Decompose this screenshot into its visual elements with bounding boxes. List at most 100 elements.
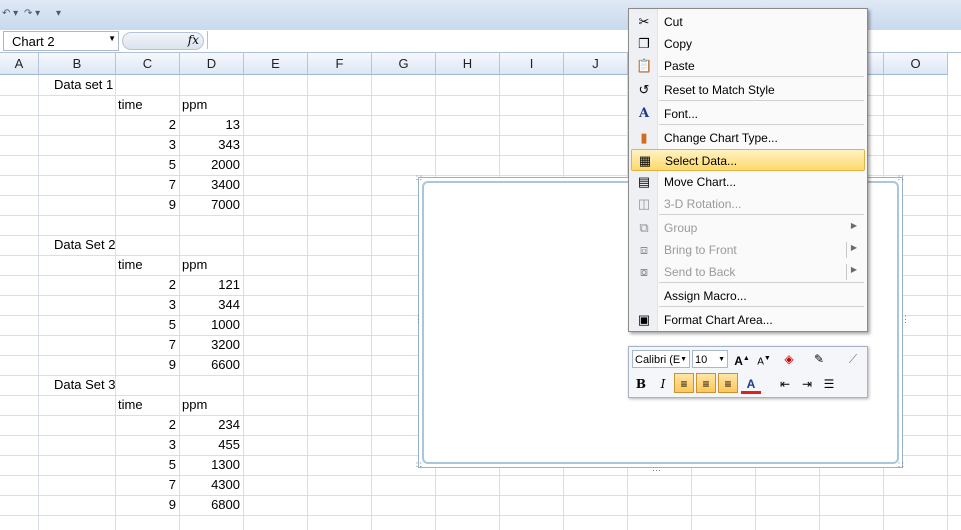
align-left-icon[interactable]: ≡ xyxy=(674,373,694,393)
menu-item-label: Copy xyxy=(664,37,693,51)
menu-item-paste[interactable]: 📋 Paste xyxy=(631,55,865,77)
menu-item-cut[interactable]: ✂ Cut xyxy=(631,11,865,33)
cell-ppm-value: 1000 xyxy=(211,317,240,332)
select-data-icon: ▦ xyxy=(638,153,652,168)
cell-time-value: 5 xyxy=(168,457,176,472)
resize-handle-br[interactable]: ∷ xyxy=(898,461,904,470)
cell-time-value: 7 xyxy=(168,177,176,192)
chevron-down-icon[interactable]: ▼ xyxy=(718,351,725,369)
name-box[interactable]: Chart 2 ▼ xyxy=(3,31,119,51)
menu-item-label: Reset to Match Style xyxy=(664,83,775,97)
italic-button[interactable]: I xyxy=(653,374,673,394)
column-header-b[interactable]: B xyxy=(39,53,116,75)
cell-time-value: 5 xyxy=(168,157,176,172)
chevron-down-icon[interactable]: ▼ xyxy=(108,34,116,43)
font-color-button[interactable]: A xyxy=(741,374,761,394)
column-header-e[interactable]: E xyxy=(244,53,308,75)
group-icon: ⧉ xyxy=(639,220,649,235)
column-header-g[interactable]: G xyxy=(372,53,436,75)
insert-function-icon[interactable]: fx xyxy=(188,33,199,47)
font-size-value: 10 xyxy=(695,354,708,366)
redo-icon[interactable]: ↷ ▾ xyxy=(24,8,40,19)
grid-hline xyxy=(0,515,961,516)
column-header-a[interactable]: A xyxy=(0,53,39,75)
resize-handle-bl[interactable]: ∷ xyxy=(416,461,422,470)
align-right-icon[interactable]: ≡ xyxy=(718,373,738,393)
menu-item-change-chart-type[interactable]: ▮ Change Chart Type... xyxy=(631,127,865,149)
cell-ppm-value: 13 xyxy=(225,117,240,132)
submenu-divider xyxy=(846,264,847,280)
grow-font-icon[interactable]: A▲ xyxy=(732,349,752,369)
resize-handle-bottom[interactable]: ⋯ xyxy=(652,466,661,475)
bring-front-icon: ⧈ xyxy=(639,242,649,257)
name-box-value: Chart 2 xyxy=(12,34,55,49)
customize-qat-icon[interactable]: ▾ xyxy=(56,8,61,19)
cell-ppm-value: 344 xyxy=(218,297,240,312)
cell-time-value: 9 xyxy=(168,497,176,512)
cell-time-value: 9 xyxy=(168,357,176,372)
cell-ppm-value: 1300 xyxy=(211,457,240,472)
scissors-icon: ✂ xyxy=(638,14,650,29)
rotation-icon: ◫ xyxy=(637,196,651,211)
menu-item-label: Assign Macro... xyxy=(664,289,747,303)
cell-time-value: 9 xyxy=(168,197,176,212)
font-size-select[interactable]: 10 ▼ xyxy=(692,350,728,368)
fill-color-icon[interactable]: ◈ xyxy=(779,349,799,369)
cell-time-value: 3 xyxy=(168,137,176,152)
resize-handle-tr[interactable]: ∷ xyxy=(898,174,904,183)
cell-ppm-value: 2000 xyxy=(211,157,240,172)
column-header-f[interactable]: F xyxy=(308,53,372,75)
resize-handle-right[interactable]: ⋮ xyxy=(901,315,910,324)
cell-time-value: 7 xyxy=(168,337,176,352)
bold-button[interactable]: B xyxy=(631,374,651,394)
menu-item-select-data[interactable]: ▦ Select Data... xyxy=(631,149,865,171)
shrink-font-icon[interactable]: A▼ xyxy=(754,349,774,369)
chevron-down-icon[interactable]: ▼ xyxy=(680,351,687,369)
column-header-h[interactable]: H xyxy=(436,53,500,75)
mini-toolbar: Calibri (E ▼ 10 ▼ A▲ A▼ ◈ ✎ ⟋ B I ≡ ≡ ≡ … xyxy=(628,346,868,398)
send-back-icon: ⧇ xyxy=(639,264,649,279)
column-header-j[interactable]: J xyxy=(564,53,628,75)
copy-icon: ❐ xyxy=(638,36,650,51)
cell-time-value: 3 xyxy=(168,437,176,452)
font-name-value: Calibri (E xyxy=(635,354,681,366)
data-set-title: Data Set 2 xyxy=(54,237,116,252)
chart-context-menu: ✂ Cut ❐ Copy 📋 Paste ↺ Reset to Match Style A Fon… xyxy=(628,8,868,332)
submenu-arrow-icon: ▶ xyxy=(850,265,857,274)
data-set-title: Data Set 3 xyxy=(54,377,116,392)
grid-vline xyxy=(243,75,244,530)
format-painter-icon[interactable]: ⟋ xyxy=(843,349,863,369)
menu-item-bring-to-front[interactable]: ⧈ Bring to Front ▶ xyxy=(631,239,865,261)
cell-time-value: 7 xyxy=(168,477,176,492)
grid-vline xyxy=(38,75,39,530)
menu-item-copy[interactable]: ❐ Copy xyxy=(631,33,865,55)
font-name-select[interactable]: Calibri (E ▼ xyxy=(632,350,690,368)
undo-icon[interactable]: ↶ ▾ xyxy=(2,8,18,19)
menu-item-reset-to-match-style[interactable]: ↺ Reset to Match Style xyxy=(631,79,865,101)
resize-handle-left[interactable]: ⋮ xyxy=(414,315,423,324)
menu-item-3-d-rotation[interactable]: ◫ 3-D Rotation... xyxy=(631,193,865,215)
column-header-d[interactable]: D xyxy=(180,53,244,75)
menu-item-move-chart[interactable]: ▤ Move Chart... xyxy=(631,171,865,193)
decrease-indent-icon[interactable]: ⇤ xyxy=(775,374,795,394)
menu-item-group[interactable]: ⧉ Group ▶ xyxy=(631,217,865,239)
outline-color-icon[interactable]: ✎ xyxy=(809,349,829,369)
increase-indent-icon[interactable]: ⇥ xyxy=(797,374,817,394)
move-chart-icon: ▤ xyxy=(637,174,651,189)
menu-item-font[interactable]: A Font... xyxy=(631,103,865,125)
column-header-c[interactable]: C xyxy=(116,53,180,75)
menu-item-label: Font... xyxy=(664,107,699,121)
column-header-o[interactable]: O xyxy=(884,53,948,75)
cell-ppm-value: 3400 xyxy=(211,177,240,192)
insert-function-area: fx xyxy=(122,32,204,50)
cell-ppm-value: 6800 xyxy=(211,497,240,512)
menu-item-assign-macro[interactable]: Assign Macro... xyxy=(631,285,865,307)
cell-ppm-value: 7000 xyxy=(211,197,240,212)
resize-handle-tl[interactable]: ∷ xyxy=(416,174,422,183)
menu-item-send-to-back[interactable]: ⧇ Send to Back ▶ xyxy=(631,261,865,283)
column-header-i[interactable]: I xyxy=(500,53,564,75)
align-center-icon[interactable]: ≡ xyxy=(696,373,716,393)
menu-item-format-chart-area[interactable]: ▣ Format Chart Area... xyxy=(631,309,865,331)
bullets-icon[interactable]: ☰ xyxy=(819,374,839,394)
grid-vline xyxy=(307,75,308,530)
